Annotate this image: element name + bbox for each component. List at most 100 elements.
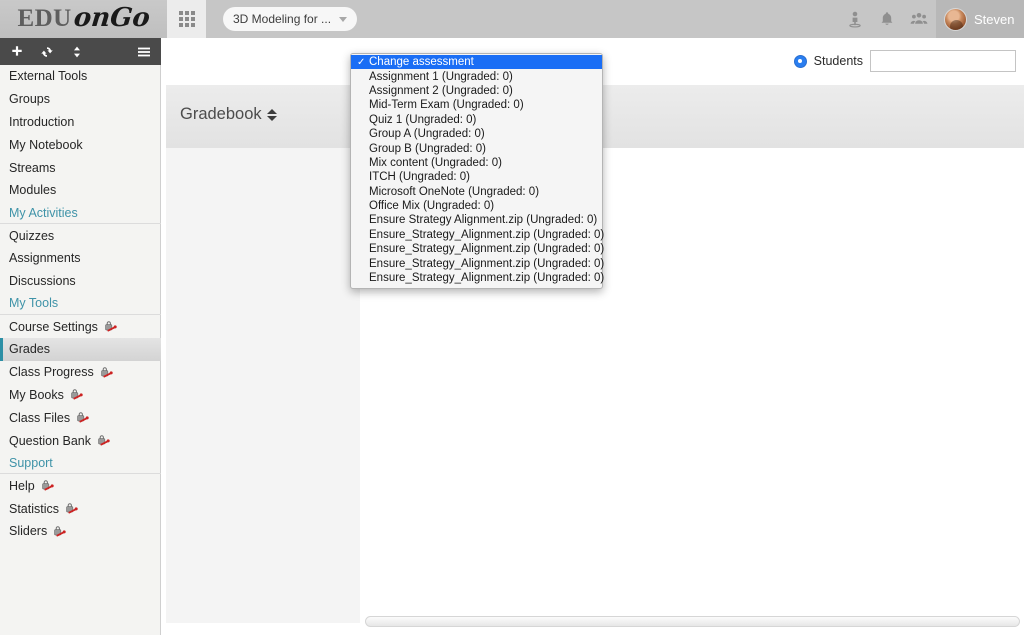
sidebar-item-question-bank[interactable]: Question Bank: [0, 429, 161, 452]
sidebar-item-my-books[interactable]: My Books: [0, 384, 161, 407]
sidebar-toolbar: [0, 38, 161, 65]
sidebar-section-my-tools: My Tools: [0, 293, 161, 316]
sidebar-item-sliders[interactable]: Sliders: [0, 520, 161, 543]
sidebar-item-label: Modules: [9, 183, 57, 198]
dropdown-item-label: Office Mix (Ungraded: 0): [369, 200, 495, 213]
sidebar-item-label: Sliders: [9, 524, 48, 539]
lock-icon: [100, 366, 113, 379]
dropdown-item[interactable]: ✓ Change assessment: [351, 55, 602, 70]
lock-icon: [76, 411, 89, 424]
sidebar-item-class-files[interactable]: Class Files: [0, 406, 161, 429]
dropdown-item-label: Ensure_Strategy_Alignment.zip (Ungraded:…: [369, 243, 605, 256]
sidebar-item-label: My Books: [9, 387, 64, 402]
dropdown-item[interactable]: ✓Mid-Term Exam (Ungraded: 0): [351, 98, 602, 112]
sidebar-nav-list: External Tools Groups Introduction My Noteb…: [0, 65, 161, 543]
grid-apps-icon: [178, 11, 195, 27]
lock-icon: [65, 502, 78, 515]
refresh-icon[interactable]: [40, 45, 54, 59]
dropdown-item[interactable]: ✓Mix content (Ungraded: 0): [351, 156, 602, 170]
check-icon: ✓: [357, 114, 369, 125]
course-selector[interactable]: 3D Modeling for ...: [223, 7, 357, 31]
add-icon[interactable]: [10, 45, 24, 59]
sidebar-section-support: Support: [0, 452, 161, 475]
sidebar-item-label: Help: [9, 478, 35, 493]
sidebar-item-label: My Tools: [9, 296, 59, 311]
header-icon-group: [846, 0, 928, 38]
dropdown-item-label: Change assessment: [369, 56, 474, 69]
dropdown-item[interactable]: ✓Group A (Ungraded: 0): [351, 127, 602, 141]
sidebar-item-quizzes[interactable]: Quizzes: [0, 224, 161, 247]
sidebar-item-label: Discussions: [9, 274, 76, 289]
dropdown-item-label: Ensure_Strategy_Alignment.zip (Ungraded:…: [369, 272, 605, 285]
dropdown-item[interactable]: ✓Assignment 2 (Ungraded: 0): [351, 84, 602, 98]
app-logo[interactable]: EDU onGo: [0, 0, 167, 38]
horizontal-scrollbar[interactable]: [365, 616, 1020, 627]
sidebar-item-label: Class Files: [9, 410, 71, 425]
dropdown-item[interactable]: ✓Quiz 1 (Ungraded: 0): [351, 113, 602, 127]
sort-icon[interactable]: [70, 45, 84, 59]
dropdown-item[interactable]: ✓Ensure_Strategy_Alignment.zip (Ungraded…: [351, 242, 605, 256]
sidebar-item-modules[interactable]: Modules: [0, 179, 161, 202]
student-filter: Students: [793, 50, 1016, 72]
dropdown-item-label: Ensure_Strategy_Alignment.zip (Ungraded:…: [369, 228, 605, 241]
lock-icon: [41, 479, 54, 492]
dropdown-item[interactable]: ✓Assignment 1 (Ungraded: 0): [351, 69, 602, 83]
sidebar-item-course-settings[interactable]: Course Settings: [0, 315, 161, 338]
dropdown-item[interactable]: ✓Ensure Strategy Alignment.zip (Ungraded…: [351, 213, 602, 227]
gradebook-title[interactable]: Gradebook: [180, 105, 277, 124]
sidebar-item-streams[interactable]: Streams: [0, 156, 161, 179]
dropdown-item-label: Assignment 2 (Ungraded: 0): [369, 84, 513, 97]
check-icon: ✓: [357, 215, 369, 226]
apps-grid-button[interactable]: [167, 0, 206, 38]
sidebar-item-label: Introduction: [9, 114, 75, 129]
sidebar-item-assignments[interactable]: Assignments: [0, 247, 161, 270]
logo-text-primary: EDU: [17, 5, 72, 32]
sidebar-item-grades[interactable]: Grades: [0, 337, 161, 361]
dropdown-item-label: Group A (Ungraded: 0): [369, 128, 485, 141]
dropdown-item-label: Group B (Ungraded: 0): [369, 142, 486, 155]
menu-icon[interactable]: [137, 45, 151, 59]
dropdown-item[interactable]: ✓Group B (Ungraded: 0): [351, 141, 602, 155]
check-icon: ✓: [357, 244, 369, 255]
check-icon: ✓: [357, 273, 369, 284]
sort-updown-icon[interactable]: [266, 108, 277, 121]
check-icon: ✓: [357, 201, 369, 212]
bell-icon[interactable]: [878, 10, 896, 28]
horizontal-scrollbar-thumb[interactable]: [365, 616, 1020, 627]
sidebar-item-label: Statistics: [9, 501, 60, 516]
user-menu[interactable]: Steven: [936, 0, 1024, 38]
check-icon: ✓: [357, 85, 369, 96]
chevron-down-icon: [339, 16, 347, 22]
sidebar-item-label: Assignments: [9, 251, 81, 266]
dropdown-item[interactable]: ✓Ensure_Strategy_Alignment.zip (Ungraded…: [351, 228, 605, 242]
check-icon: ✓: [357, 172, 369, 183]
presenter-icon[interactable]: [846, 10, 864, 28]
dropdown-item[interactable]: ✓Ensure_Strategy_Alignment.zip (Ungraded…: [351, 256, 605, 270]
sidebar-item-groups[interactable]: Groups: [0, 88, 161, 111]
dropdown-item[interactable]: ✓ITCH (Ungraded: 0): [351, 170, 602, 184]
sidebar-item-introduction[interactable]: Introduction: [0, 111, 161, 134]
sidebar-section-my-activities: My Activities: [0, 202, 161, 225]
gradebook-student-column: [166, 148, 360, 623]
user-name-label: Steven: [974, 11, 1015, 27]
dropdown-item[interactable]: ✓Ensure_Strategy_Alignment.zip (Ungraded…: [351, 271, 605, 285]
sidebar-item-external-tools[interactable]: External Tools: [0, 65, 161, 88]
assessment-dropdown-menu[interactable]: ✓Change assessment✓Assignment 1 (Ungrade…: [350, 53, 605, 290]
course-selector-label: 3D Modeling for ...: [233, 12, 332, 26]
sidebar-item-my-notebook[interactable]: My Notebook: [0, 133, 161, 156]
students-radio-label: Students: [813, 54, 863, 68]
dropdown-item[interactable]: ✓Microsoft OneNote (Ungraded: 0): [351, 185, 602, 199]
dropdown-item-label: Ensure_Strategy_Alignment.zip (Ungraded:…: [369, 257, 605, 270]
sidebar-item-label: My Notebook: [9, 137, 83, 152]
sidebar-item-label: Question Bank: [9, 433, 91, 448]
sidebar-item-help[interactable]: Help: [0, 474, 161, 497]
lock-icon: [104, 320, 117, 333]
people-icon[interactable]: [910, 10, 928, 28]
dropdown-item[interactable]: ✓Office Mix (Ungraded: 0): [351, 199, 602, 213]
students-radio[interactable]: [793, 54, 807, 68]
sidebar-item-class-progress[interactable]: Class Progress: [0, 361, 161, 384]
sidebar-item-discussions[interactable]: Discussions: [0, 270, 161, 293]
sidebar-item-statistics[interactable]: Statistics: [0, 497, 161, 520]
check-icon: ✓: [357, 56, 366, 68]
student-search-input[interactable]: [870, 50, 1016, 72]
